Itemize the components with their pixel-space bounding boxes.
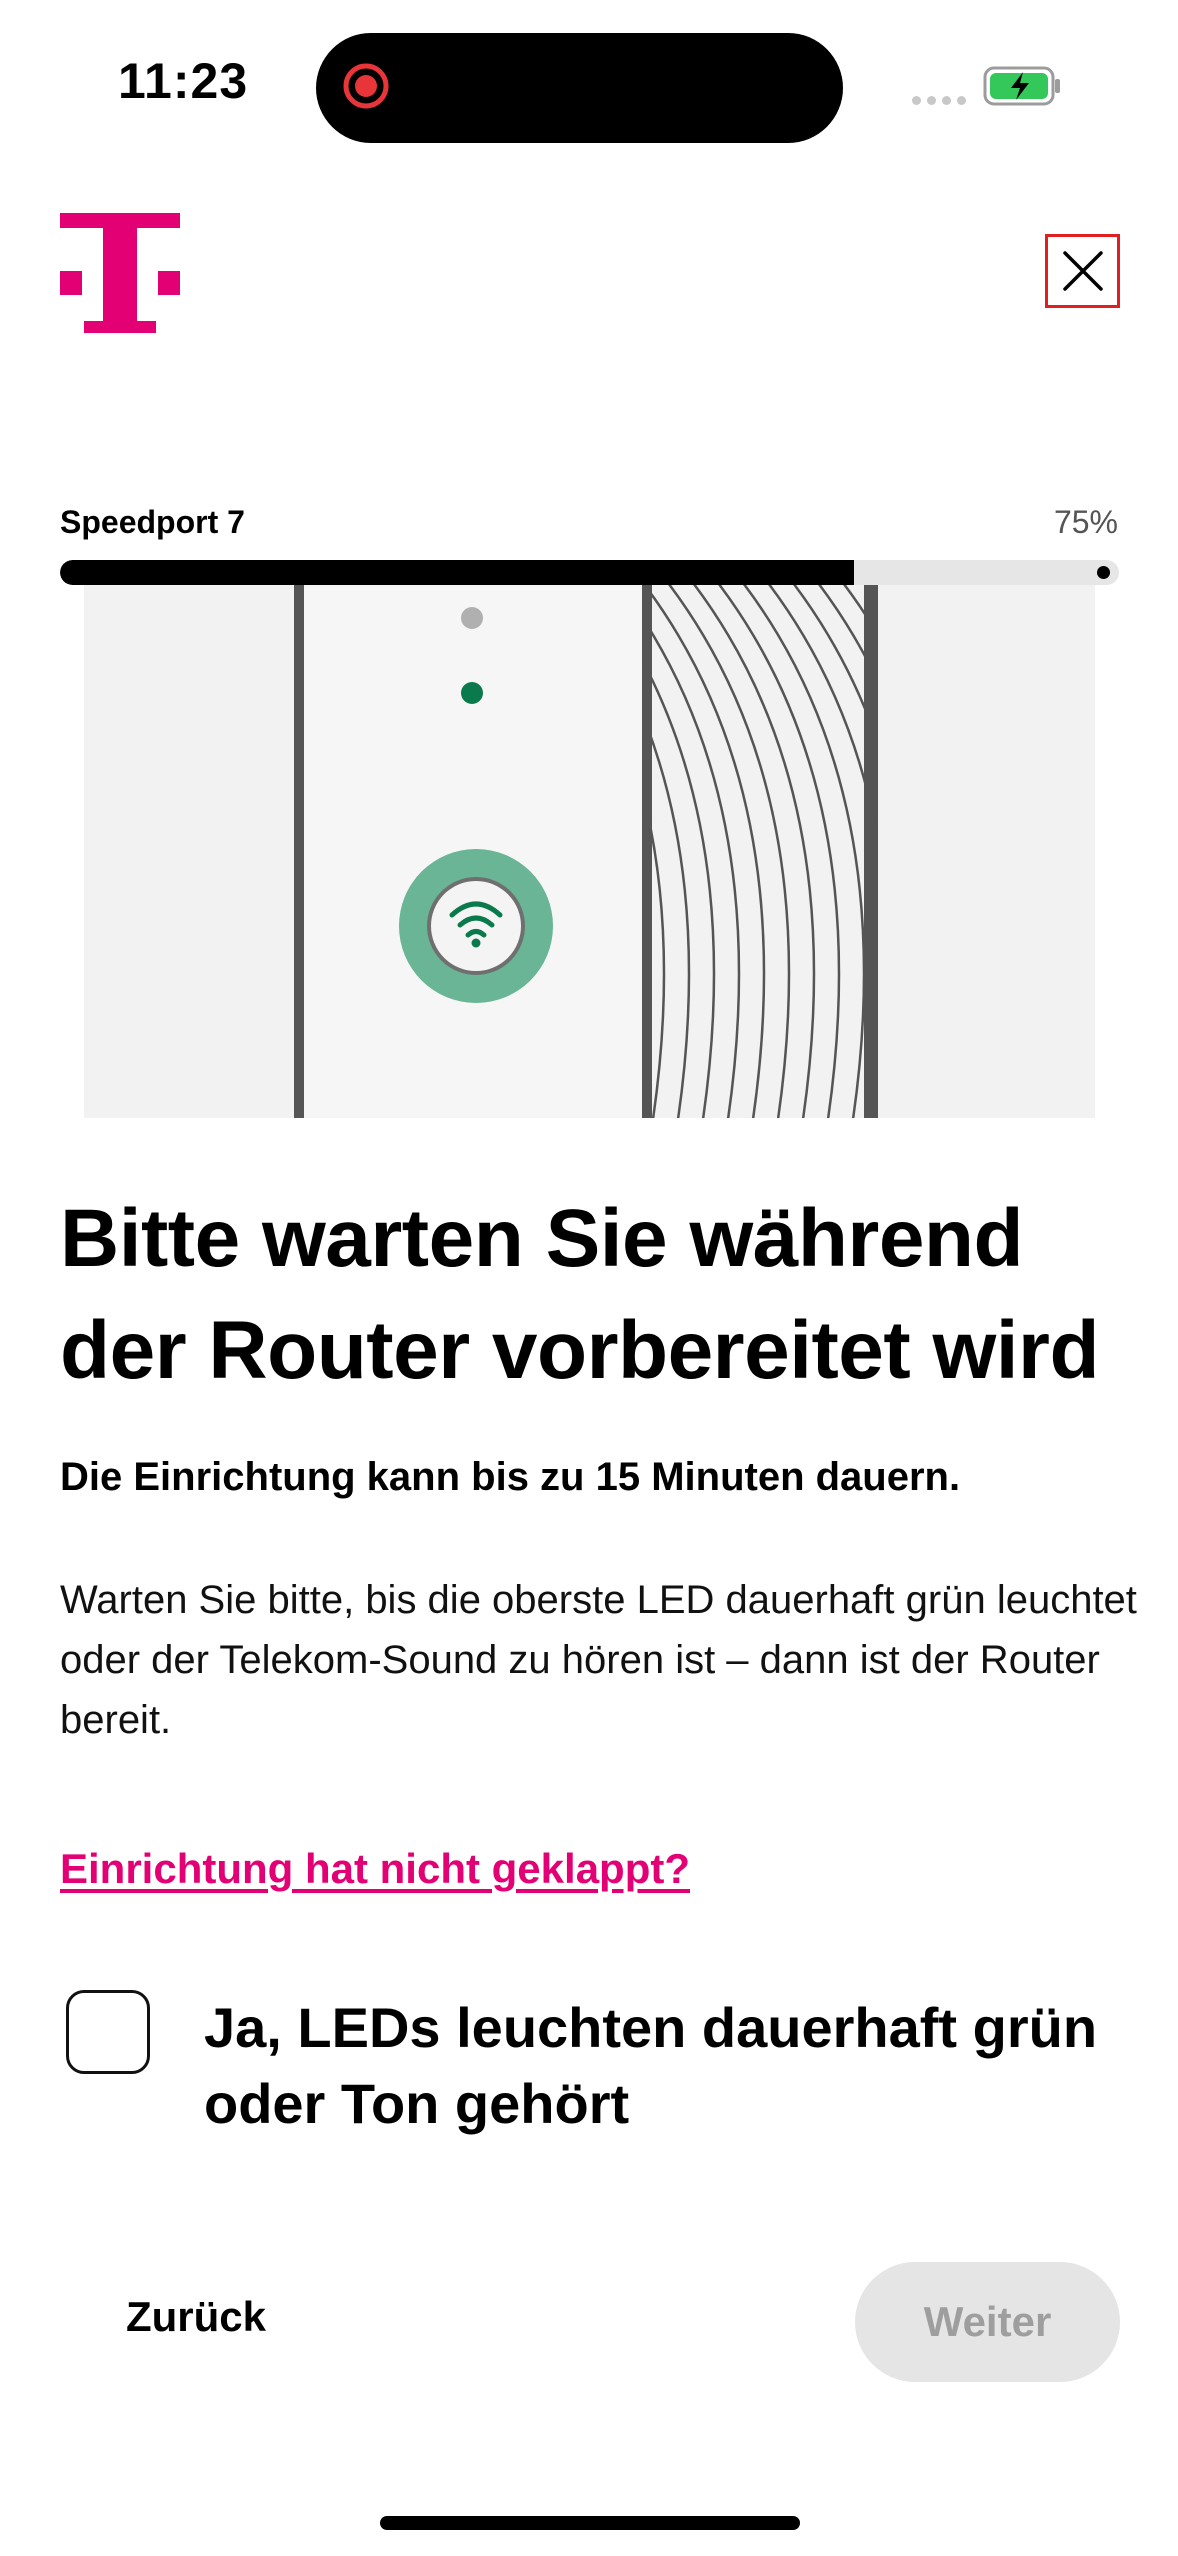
progress-fill <box>60 560 855 585</box>
led-status <box>461 682 483 704</box>
telekom-logo <box>60 213 180 333</box>
close-icon <box>1062 251 1103 291</box>
confirm-checkbox[interactable] <box>66 1990 150 2074</box>
back-button[interactable]: Zurück <box>126 2293 266 2341</box>
progress-percent: 75% <box>1053 504 1118 540</box>
progress-bar <box>60 560 1119 585</box>
status-time: 11:23 <box>118 53 249 109</box>
battery-charging-icon <box>983 66 1060 106</box>
progress-label: Speedport 7 <box>60 504 245 540</box>
duration-note: Die Einrichtung kann bis zu 15 Minuten d… <box>60 1455 961 1499</box>
home-indicator <box>380 2516 800 2530</box>
signal-icon <box>912 92 972 110</box>
page-title: Bitte warten Sie während der Router vorb… <box>60 1193 1100 1396</box>
progress-end-dot <box>1097 566 1110 579</box>
recording-icon <box>343 63 389 109</box>
confirm-checkbox-label[interactable]: Ja, LEDs leuchten dauerhaft grün oder To… <box>204 1990 1134 2142</box>
next-button[interactable]: Weiter <box>855 2262 1120 2382</box>
led-top <box>461 607 483 629</box>
dynamic-island <box>316 33 843 143</box>
help-link[interactable]: Einrichtung hat nicht geklappt? <box>60 1845 690 1893</box>
instruction-text: Warten Sie bitte, bis die oberste LED da… <box>60 1578 1137 1742</box>
router-illustration <box>84 585 1095 1118</box>
close-button[interactable] <box>1045 234 1120 308</box>
